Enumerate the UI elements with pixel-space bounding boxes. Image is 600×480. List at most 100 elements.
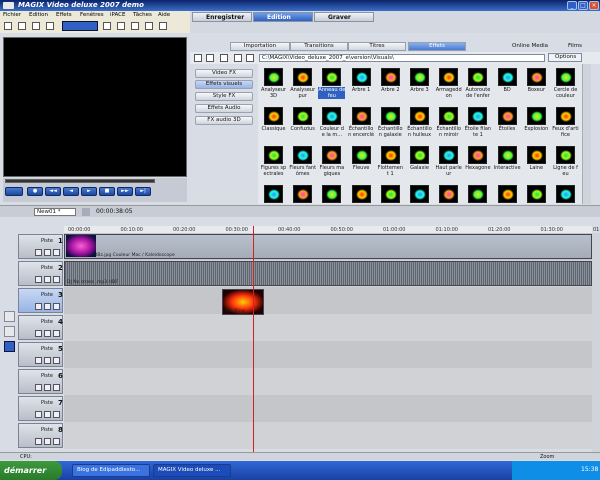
effect-item[interactable]: Interactive [494, 144, 521, 184]
effect-item[interactable]: Fleurs magiques [318, 144, 345, 184]
category-video-fx[interactable]: Video FX [195, 69, 253, 78]
storyboard-icon[interactable] [4, 311, 15, 322]
position-slider[interactable] [5, 179, 155, 183]
track-header[interactable]: Piste [18, 288, 63, 313]
track-header[interactable]: Piste [18, 423, 63, 448]
cut-icon[interactable] [131, 22, 139, 30]
track-lock-icon[interactable] [35, 438, 42, 445]
video-clip[interactable]: EdipaddlelastBz.jpg Couleur Mac / Kaleid… [64, 234, 592, 259]
tab-importation[interactable]: Importation [230, 42, 290, 51]
effect-item[interactable] [348, 183, 375, 204]
track-header[interactable]: Piste [18, 315, 63, 340]
track-lane[interactable] [64, 395, 592, 422]
track-lock-icon[interactable] [35, 330, 42, 337]
menu-edition[interactable]: Edition [29, 12, 48, 18]
effect-item[interactable]: Haut parleur [435, 144, 462, 184]
forward-button[interactable]: ►► [117, 187, 133, 196]
close-button[interactable]: × [589, 1, 599, 10]
effect-item[interactable]: Hexagone [464, 144, 491, 184]
effect-item[interactable]: Fleurs fantômes [289, 144, 316, 184]
save-icon[interactable] [32, 22, 40, 30]
menu-ipace[interactable]: iPACE [110, 12, 125, 18]
redo-icon[interactable] [117, 22, 125, 30]
effect-item[interactable]: Analyseur 3D [260, 66, 287, 106]
check-icon[interactable] [145, 22, 153, 30]
track-lane[interactable] [64, 341, 592, 368]
category-effets-audio[interactable]: Effets Audio [195, 104, 253, 113]
solo-button[interactable] [44, 384, 51, 391]
mute-button[interactable] [53, 384, 60, 391]
effect-item[interactable] [494, 183, 521, 204]
effect-item[interactable]: Cercle de couleur [552, 66, 579, 106]
solo-button[interactable] [44, 249, 51, 256]
effect-item[interactable]: Fleuve [348, 144, 375, 184]
new-icon[interactable] [4, 22, 12, 30]
track-lock-icon[interactable] [35, 411, 42, 418]
open-icon[interactable] [18, 22, 26, 30]
effect-item[interactable] [464, 183, 491, 204]
track-lock-icon[interactable] [35, 384, 42, 391]
effect-item[interactable] [552, 183, 579, 204]
track-lock-icon[interactable] [35, 249, 42, 256]
tab-titres[interactable]: Titres [348, 42, 406, 51]
tab-online-media[interactable]: Online Media [512, 43, 548, 49]
back-icon[interactable] [194, 54, 202, 62]
effect-item[interactable]: Classique [260, 105, 287, 145]
zoom-label[interactable]: Zoom [540, 454, 554, 460]
track-header[interactable]: Piste [18, 396, 63, 421]
mute-button[interactable] [53, 249, 60, 256]
effect-item[interactable]: Flottement 1 [377, 144, 404, 184]
effect-item[interactable]: Étoile filante 1 [464, 105, 491, 145]
effect-item[interactable]: Arbre 2 [377, 66, 404, 106]
solo-button[interactable] [44, 357, 51, 364]
effect-item[interactable] [523, 183, 550, 204]
playhead[interactable] [253, 226, 254, 452]
effect-item[interactable] [318, 183, 345, 204]
audio-clip[interactable]: DJ No stress .mp3 HDF [64, 261, 592, 286]
mute-button[interactable] [53, 303, 60, 310]
forward-icon[interactable] [206, 54, 214, 62]
solo-button[interactable] [44, 438, 51, 445]
solo-button[interactable] [44, 330, 51, 337]
effect-item[interactable] [260, 183, 287, 204]
delete-icon[interactable] [234, 54, 242, 62]
tab-films[interactable]: Films [568, 43, 582, 49]
printer-icon[interactable] [82, 208, 90, 216]
effect-clip[interactable]: Fire Ring [222, 289, 264, 315]
record-button[interactable]: ● [27, 187, 43, 196]
mute-button[interactable] [53, 330, 60, 337]
effect-item[interactable]: Boxeur [523, 66, 550, 106]
effect-item[interactable]: Anneau de feu [318, 66, 346, 106]
tab-edition[interactable]: Edition [253, 12, 313, 22]
track-lock-icon[interactable] [35, 357, 42, 364]
effect-item[interactable]: Feux d'artifice [552, 105, 579, 145]
scene-icon[interactable] [4, 326, 15, 337]
print-icon[interactable] [246, 54, 254, 62]
mute-button[interactable] [53, 357, 60, 364]
effect-item[interactable]: Échantillon huileux [406, 105, 433, 145]
track-header[interactable]: Piste [18, 261, 63, 286]
task-magix[interactable]: MAGIX Video deluxe ... [153, 464, 231, 477]
menu-aide[interactable]: Aide [158, 12, 170, 18]
rewind-button[interactable]: ◄◄ [45, 187, 61, 196]
tab-enregistrer[interactable]: Enregistrer [192, 12, 252, 22]
maximize-button[interactable]: □ [578, 1, 588, 10]
tab-transitions[interactable]: Transitions [290, 42, 348, 51]
track-scrollbar[interactable] [592, 233, 600, 453]
tab-effets[interactable]: Effets [408, 42, 466, 51]
track-lane[interactable] [64, 368, 592, 395]
effect-item[interactable]: Arbre 1 [348, 66, 375, 106]
tab-graver[interactable]: Graver [314, 12, 374, 22]
solo-button[interactable] [44, 411, 51, 418]
menu-fenetres[interactable]: Fenêtres [80, 12, 104, 18]
effect-item[interactable]: Figures spectrales [260, 144, 287, 184]
menu-taches[interactable]: Tâches [133, 12, 152, 18]
minimize-button[interactable]: _ [567, 1, 577, 10]
track-header[interactable]: Piste [18, 342, 63, 367]
track-lock-icon[interactable] [35, 276, 42, 283]
timeline-icon[interactable] [4, 341, 15, 352]
mode-button[interactable] [5, 187, 23, 196]
mute-button[interactable] [53, 438, 60, 445]
track-lane[interactable] [64, 422, 592, 449]
effect-item[interactable]: Ligne de feu [552, 144, 579, 184]
